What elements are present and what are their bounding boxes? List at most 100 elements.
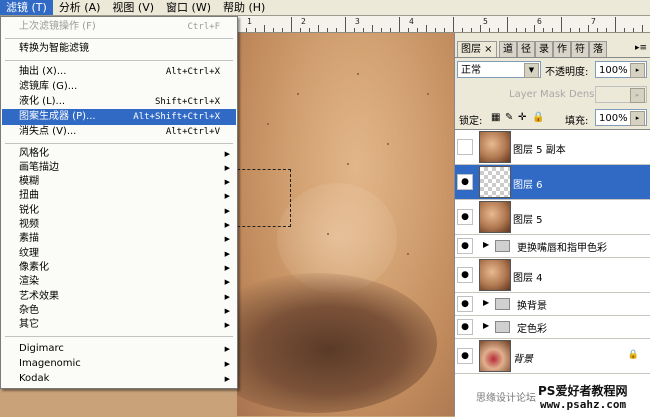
- layer-row[interactable]: ● 图层 6: [455, 165, 650, 200]
- ruler-tick: [345, 17, 346, 32]
- menu-item-kodak[interactable]: Kodak ▶: [2, 371, 236, 387]
- expand-arrow-icon[interactable]: ▶: [483, 298, 489, 307]
- menu-item-pattern-maker[interactable]: 图案生成器 (P)... Alt+Shift+Ctrl+X: [2, 109, 236, 125]
- ruler-tick: [525, 28, 526, 32]
- expand-arrow-icon[interactable]: ▶: [483, 321, 489, 330]
- layer-row[interactable]: 图层 5 副本: [455, 130, 650, 165]
- panel-menu-icon[interactable]: ▸≡: [635, 43, 647, 53]
- opacity-field[interactable]: 100% ▸: [595, 61, 647, 78]
- tab-paths[interactable]: 径: [517, 41, 535, 57]
- menu-item-label: Digimarc: [19, 343, 64, 354]
- skin-speck: [427, 93, 429, 95]
- menu-item-label: 图案生成器 (P)...: [19, 111, 96, 122]
- menu-separator: [5, 336, 233, 337]
- blend-mode-select[interactable]: 正常 ▼: [457, 61, 541, 78]
- folder-icon: [495, 240, 510, 252]
- layer-group-row[interactable]: ● ▶ 更换嘴唇和指甲色彩: [455, 235, 650, 258]
- opacity-label: 不透明度:: [545, 67, 589, 78]
- menu-item-extract[interactable]: 抽出 (X)... Alt+Ctrl+X: [2, 64, 236, 80]
- tab-actions[interactable]: 作: [553, 41, 571, 57]
- menu-item-shortcut: Shift+Ctrl+X: [154, 97, 220, 107]
- eye-icon[interactable]: ●: [457, 174, 473, 190]
- menu-window[interactable]: 窗口 (W): [160, 0, 217, 15]
- eye-icon[interactable]: ●: [457, 267, 473, 283]
- ruler-tick: [561, 17, 562, 32]
- tab-paragraph[interactable]: 落: [589, 41, 607, 57]
- visibility-toggle[interactable]: [457, 139, 473, 155]
- menu-item-filter-gallery[interactable]: 滤镜库 (G)...: [2, 79, 236, 95]
- menu-help[interactable]: 帮助 (H): [217, 0, 271, 15]
- eye-icon[interactable]: ●: [457, 348, 473, 364]
- eye-icon[interactable]: ●: [457, 209, 473, 225]
- fill-value: 100%: [599, 113, 628, 124]
- watermark-brand: PS爱好者教程网: [538, 384, 628, 398]
- menu-item-shortcut: Alt+Ctrl+X: [165, 67, 220, 77]
- ruler-tick: [381, 28, 382, 32]
- image-canvas[interactable]: [237, 33, 454, 416]
- menu-item-liquify[interactable]: 液化 (L)... Shift+Ctrl+X: [2, 94, 236, 110]
- lock-transparency-icon[interactable]: ▦: [491, 112, 500, 123]
- eye-icon[interactable]: ●: [457, 296, 473, 312]
- ruler-tick: [336, 28, 337, 32]
- ruler-tick: [507, 17, 508, 32]
- submenu-arrow-icon: ▶: [224, 321, 230, 329]
- ruler-tick: [372, 25, 373, 32]
- menu-filter[interactable]: 滤镜 (T): [0, 0, 53, 15]
- watermark-text: 思缘设计论坛: [476, 393, 536, 404]
- ruler-tick: [543, 28, 544, 32]
- submenu-arrow-icon: ▶: [224, 278, 230, 286]
- menu-item-label: 滤镜库 (G)...: [19, 81, 78, 92]
- layer-name: 图层 5: [513, 215, 543, 226]
- ruler-tick: [246, 28, 247, 32]
- layer-thumbnail: [479, 340, 511, 372]
- ruler-label: 7: [591, 17, 596, 26]
- expand-arrow-icon[interactable]: ▶: [483, 240, 489, 249]
- eye-icon[interactable]: ●: [457, 238, 473, 254]
- menu-item-other[interactable]: 其它 ▶: [2, 317, 236, 333]
- layer-row[interactable]: ● 背景 🔒: [455, 339, 650, 374]
- lock-pixels-icon[interactable]: ✎: [505, 112, 513, 123]
- menu-item-label: Kodak: [19, 373, 50, 384]
- ruler-tick: [588, 25, 589, 32]
- lock-all-icon[interactable]: 🔒: [532, 112, 544, 123]
- ruler-tick: [615, 17, 616, 32]
- menu-item-label: 素描: [19, 233, 39, 244]
- menu-item-digimarc[interactable]: Digimarc ▶: [2, 341, 236, 357]
- mask-density-field[interactable]: ▸: [595, 86, 647, 103]
- submenu-arrow-icon: ▶: [224, 375, 230, 383]
- lock-position-icon[interactable]: ✛: [518, 112, 526, 123]
- horizontal-ruler: 1 2 3 4 5 6 7: [237, 16, 650, 33]
- menu-item-sketch[interactable]: 素描 ▶: [2, 231, 236, 247]
- fill-field[interactable]: 100% ▸: [595, 109, 647, 126]
- menu-item-vanishing-point[interactable]: 消失点 (V)... Alt+Ctrl+V: [2, 124, 236, 140]
- marquee-selection[interactable]: [237, 169, 291, 227]
- tab-character[interactable]: 符: [571, 41, 589, 57]
- eye-icon[interactable]: ●: [457, 319, 473, 335]
- tab-layers[interactable]: 图层 ×: [457, 41, 497, 57]
- layer-group-row[interactable]: ● ▶ 定色彩: [455, 316, 650, 339]
- menu-item-label: 渲染: [19, 276, 39, 287]
- menu-item-render[interactable]: 渲染 ▶: [2, 274, 236, 290]
- layer-group-row[interactable]: ● ▶ 换背景: [455, 293, 650, 316]
- layer-name: 背景: [513, 354, 533, 365]
- ruler-tick: [570, 28, 571, 32]
- menu-item-last-filter[interactable]: 上次滤镜操作 (F) Ctrl+F: [2, 19, 236, 35]
- menu-item-label: 上次滤镜操作 (F): [19, 21, 96, 32]
- ruler-tick: [489, 28, 490, 32]
- ruler-tick: [363, 28, 364, 32]
- skin-speck: [387, 143, 389, 145]
- layer-row[interactable]: ● 图层 4: [455, 258, 650, 293]
- layer-row[interactable]: ● 图层 5: [455, 200, 650, 235]
- menu-item-distort[interactable]: 扭曲 ▶: [2, 188, 236, 204]
- layer-name: 更换嘴唇和指甲色彩: [517, 243, 607, 254]
- tab-channels[interactable]: 道: [499, 41, 517, 57]
- menu-analysis[interactable]: 分析 (A): [53, 0, 107, 15]
- menu-view[interactable]: 视图 (V): [106, 0, 160, 15]
- submenu-arrow-icon: ▶: [224, 235, 230, 243]
- tab-history[interactable]: 录: [535, 41, 553, 57]
- ruler-tick: [534, 25, 535, 32]
- menu-item-label: 消失点 (V)...: [19, 126, 77, 137]
- menu-item-convert-smart-filter[interactable]: 转换为智能滤镜: [2, 41, 236, 57]
- ruler-tick: [309, 28, 310, 32]
- menu-item-imagenomic[interactable]: Imagenomic ▶: [2, 356, 236, 372]
